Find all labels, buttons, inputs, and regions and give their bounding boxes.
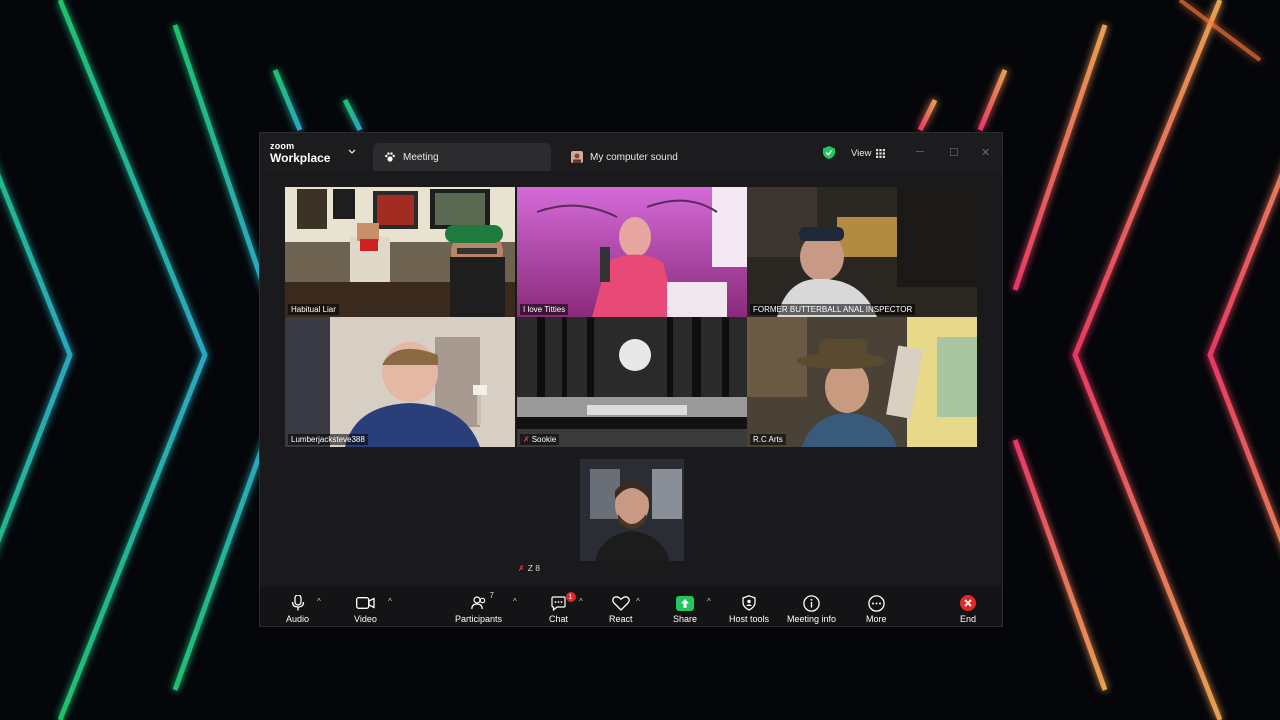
video-feed [517, 317, 747, 447]
participant-name: FORMER BUTTERBALL ANAL INSPECTOR [753, 305, 913, 314]
video-feed [580, 459, 684, 561]
participant-nameplate: R.C Arts [750, 434, 786, 445]
participant-nameplate: Lumberjacksteve388 [288, 434, 368, 445]
participant-nameplate: ✗ Sookie [520, 434, 560, 445]
participant-nameplate: I love Titties [520, 304, 569, 315]
self-name: Z 8 [527, 563, 540, 573]
paw-icon [384, 151, 396, 163]
zoom-workplace-logo[interactable]: zoom Workplace [270, 141, 331, 165]
more-button[interactable]: More [866, 594, 887, 624]
chat-label: Chat [549, 614, 569, 624]
view-button[interactable]: View [851, 148, 886, 159]
participant-tile[interactable]: Lumberjacksteve388 [285, 317, 515, 447]
video-feed [285, 317, 515, 447]
participant-tile[interactable]: Habitual Liar [285, 187, 515, 317]
tab-my-computer-sound[interactable]: My computer sound [560, 143, 740, 171]
react-options-caret[interactable]: ^ [636, 597, 640, 606]
info-icon [803, 594, 820, 612]
participant-name: Sookie [531, 435, 557, 444]
video-feed [285, 187, 515, 317]
share-label: Share [673, 614, 698, 624]
view-label: View [851, 148, 872, 159]
video-options-caret[interactable]: ^ [388, 597, 392, 606]
participant-nameplate: FORMER BUTTERBALL ANAL INSPECTOR [750, 304, 916, 315]
video-stage: Habitual Liar I love Titties FORMER BUTT… [260, 171, 1002, 586]
meeting-info-label: Meeting info [787, 614, 837, 624]
tab-meeting[interactable]: Meeting [373, 143, 551, 171]
chat-button[interactable]: 1 Chat [549, 592, 576, 624]
host-tools-button[interactable]: Host tools [729, 594, 769, 624]
share-button[interactable]: Share [673, 594, 697, 624]
avatar-icon [571, 151, 583, 163]
audio-button[interactable]: Audio [286, 594, 309, 624]
participants-count: 7 [489, 591, 494, 600]
end-label: End [960, 614, 977, 624]
brand-big: Workplace [270, 151, 331, 165]
participants-label: Participants [455, 614, 503, 624]
video-feed [747, 187, 977, 317]
participant-name: I love Titties [523, 305, 566, 314]
close-icon[interactable]: ✕ [981, 146, 990, 159]
participant-tile[interactable]: ✗ Sookie [517, 317, 747, 447]
participant-name: Lumberjacksteve388 [291, 435, 365, 444]
mic-off-icon: ✗ [523, 435, 530, 444]
titlebar: zoom Workplace Meeting My computer sound… [260, 133, 1002, 171]
audio-label: Audio [286, 614, 310, 624]
microphone-icon [291, 594, 305, 612]
tab-sound-label: My computer sound [590, 151, 678, 163]
more-label: More [866, 614, 887, 624]
grid-icon [876, 149, 886, 158]
participant-tile[interactable]: I love Titties [517, 187, 747, 317]
participant-name: R.C Arts [753, 435, 783, 444]
tab-meeting-label: Meeting [403, 151, 439, 163]
share-arrow-icon [676, 594, 695, 612]
shield-icon [742, 594, 756, 612]
self-video-tile[interactable] [580, 459, 684, 561]
video-feed [747, 317, 977, 447]
mic-off-icon: ✗ [518, 563, 525, 573]
video-button[interactable]: Video [354, 594, 377, 624]
participant-name: Habitual Liar [291, 305, 336, 314]
video-feed [517, 187, 747, 317]
maximize-icon[interactable]: ☐ [949, 146, 959, 159]
meeting-toolbar: Audio ^ Video ^ 7 Participants ^ 1 Chat … [260, 586, 1002, 626]
participant-tile[interactable]: R.C Arts [747, 317, 977, 447]
self-nameplate: ✗ Z 8 [518, 563, 540, 573]
camera-icon [355, 594, 375, 612]
end-button[interactable]: End [960, 594, 976, 624]
zoom-window: zoom Workplace Meeting My computer sound… [259, 132, 1003, 627]
host-tools-label: Host tools [729, 614, 770, 624]
video-label: Video [354, 614, 377, 624]
chat-unread-badge: 1 [565, 592, 576, 602]
audio-options-caret[interactable]: ^ [317, 597, 321, 606]
people-icon: 7 [470, 591, 494, 612]
react-label: React [609, 614, 633, 624]
end-call-icon [960, 594, 976, 612]
chat-options-caret[interactable]: ^ [579, 597, 583, 606]
share-options-caret[interactable]: ^ [707, 597, 711, 606]
minimize-icon[interactable]: ─ [916, 146, 924, 158]
chevron-down-icon[interactable] [348, 149, 356, 155]
participant-tile[interactable]: FORMER BUTTERBALL ANAL INSPECTOR [747, 187, 977, 317]
heart-icon [611, 594, 630, 612]
more-icon [868, 594, 885, 612]
participant-nameplate: Habitual Liar [288, 304, 339, 315]
participants-button[interactable]: 7 Participants [455, 591, 503, 624]
shield-check-icon[interactable] [823, 146, 835, 159]
meeting-info-button[interactable]: Meeting info [787, 594, 836, 624]
brand-small: zoom [270, 141, 295, 151]
chat-bubble-icon: 1 [550, 592, 576, 612]
participants-options-caret[interactable]: ^ [513, 597, 517, 606]
react-button[interactable]: React [609, 594, 633, 624]
